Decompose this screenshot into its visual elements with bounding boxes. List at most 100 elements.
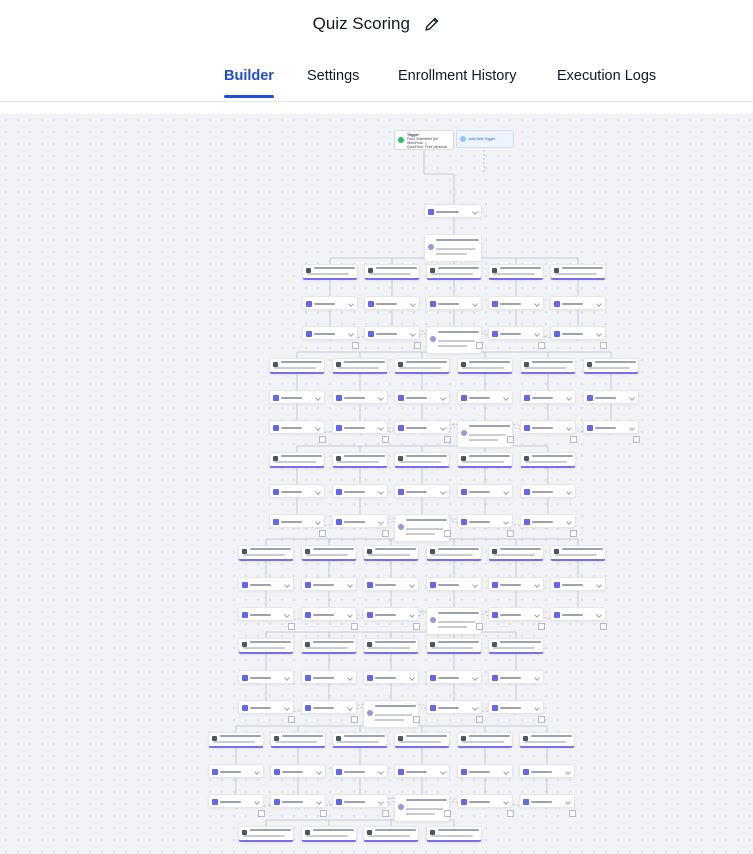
score-action[interactable] <box>332 764 388 778</box>
collapse-toggle[interactable] <box>507 530 514 537</box>
score-action[interactable] <box>302 296 358 310</box>
collapse-toggle[interactable] <box>382 810 389 817</box>
tag-action-node[interactable] <box>424 204 482 218</box>
next-question-node[interactable] <box>394 794 450 822</box>
collapse-toggle[interactable] <box>600 623 607 630</box>
collapse-toggle[interactable] <box>258 810 265 817</box>
collapse-toggle[interactable] <box>507 436 514 443</box>
goto-action[interactable] <box>332 420 388 434</box>
collapse-toggle[interactable] <box>570 436 577 443</box>
condition-branch[interactable] <box>488 545 544 561</box>
score-action[interactable] <box>520 390 576 404</box>
condition-branch[interactable] <box>332 732 388 748</box>
collapse-toggle[interactable] <box>476 342 483 349</box>
goto-action[interactable] <box>550 607 606 621</box>
condition-branch[interactable] <box>269 358 325 374</box>
collapse-toggle[interactable] <box>414 342 421 349</box>
goto-action[interactable] <box>363 607 419 621</box>
score-action[interactable] <box>332 390 388 404</box>
condition-branch[interactable] <box>363 545 419 561</box>
condition-branch[interactable] <box>519 732 575 748</box>
goto-action[interactable] <box>208 794 264 808</box>
goto-action[interactable] <box>488 700 544 714</box>
collapse-toggle[interactable] <box>413 716 420 723</box>
collapse-toggle[interactable] <box>507 810 514 817</box>
goto-action[interactable] <box>457 794 513 808</box>
collapse-toggle[interactable] <box>382 530 389 537</box>
condition-branch[interactable] <box>583 358 639 374</box>
goto-action[interactable] <box>488 607 544 621</box>
score-action[interactable] <box>583 390 639 404</box>
condition-branch[interactable] <box>208 732 264 748</box>
score-action[interactable] <box>394 390 450 404</box>
goto-action[interactable] <box>238 700 294 714</box>
tab-execution-logs[interactable]: Execution Logs <box>557 68 656 84</box>
score-action[interactable] <box>270 764 326 778</box>
goto-action[interactable] <box>488 326 544 340</box>
goto-action[interactable] <box>269 514 325 528</box>
condition-branch[interactable] <box>364 264 420 280</box>
goto-action[interactable] <box>238 607 294 621</box>
score-action[interactable] <box>238 577 294 591</box>
goto-action[interactable] <box>520 514 576 528</box>
tab-settings[interactable]: Settings <box>307 68 359 84</box>
condition-branch[interactable] <box>457 452 513 468</box>
collapse-toggle[interactable] <box>288 716 295 723</box>
condition-branch[interactable] <box>550 545 606 561</box>
add-trigger-button[interactable]: Add New Trigger <box>456 130 514 148</box>
collapse-toggle[interactable] <box>352 342 359 349</box>
condition-branch[interactable] <box>457 732 513 748</box>
condition-branch[interactable] <box>394 358 450 374</box>
collapse-toggle[interactable] <box>538 716 545 723</box>
score-action[interactable] <box>301 577 357 591</box>
condition-branch[interactable] <box>550 264 606 280</box>
score-action[interactable] <box>332 484 388 498</box>
condition-branch[interactable] <box>302 264 358 280</box>
condition-branch[interactable] <box>457 358 513 374</box>
goto-action[interactable] <box>426 700 482 714</box>
collapse-toggle[interactable] <box>351 623 358 630</box>
score-action[interactable] <box>488 296 544 310</box>
score-action[interactable] <box>550 296 606 310</box>
collapse-toggle[interactable] <box>476 716 483 723</box>
score-action[interactable] <box>363 670 419 684</box>
score-action[interactable] <box>364 296 420 310</box>
score-action[interactable] <box>394 764 450 778</box>
pencil-icon[interactable] <box>424 16 440 32</box>
collapse-toggle[interactable] <box>413 623 420 630</box>
goto-action[interactable] <box>269 420 325 434</box>
workflow-canvas[interactable]: Trigger Form Submitted (for WorkFlow...)… <box>0 114 753 854</box>
condition-branch[interactable] <box>520 358 576 374</box>
final-branch[interactable] <box>238 826 294 842</box>
condition-branch[interactable] <box>363 638 419 654</box>
condition-branch[interactable] <box>488 638 544 654</box>
next-question-node[interactable] <box>394 514 450 542</box>
next-question-node[interactable] <box>457 420 513 448</box>
condition-branch[interactable] <box>332 452 388 468</box>
collapse-toggle[interactable] <box>444 810 451 817</box>
score-action[interactable] <box>426 670 482 684</box>
condition-branch[interactable] <box>301 638 357 654</box>
score-action[interactable] <box>269 484 325 498</box>
goto-action[interactable] <box>332 794 388 808</box>
collapse-toggle[interactable] <box>538 342 545 349</box>
score-action[interactable] <box>426 577 482 591</box>
condition-branch[interactable] <box>394 452 450 468</box>
final-branch[interactable] <box>426 826 482 842</box>
goto-action[interactable] <box>520 420 576 434</box>
condition-branch[interactable] <box>332 358 388 374</box>
next-question-node[interactable] <box>426 607 482 635</box>
collapse-toggle[interactable] <box>319 436 326 443</box>
condition-branch[interactable] <box>238 638 294 654</box>
condition-branch[interactable] <box>238 545 294 561</box>
score-action[interactable] <box>457 484 513 498</box>
collapse-toggle[interactable] <box>351 716 358 723</box>
condition-branch[interactable] <box>270 732 326 748</box>
next-question-node[interactable] <box>426 326 482 354</box>
question-node[interactable] <box>424 234 482 262</box>
score-action[interactable] <box>363 577 419 591</box>
collapse-toggle[interactable] <box>444 436 451 443</box>
score-action[interactable] <box>457 764 513 778</box>
goto-action[interactable] <box>519 794 575 808</box>
collapse-toggle[interactable] <box>382 436 389 443</box>
